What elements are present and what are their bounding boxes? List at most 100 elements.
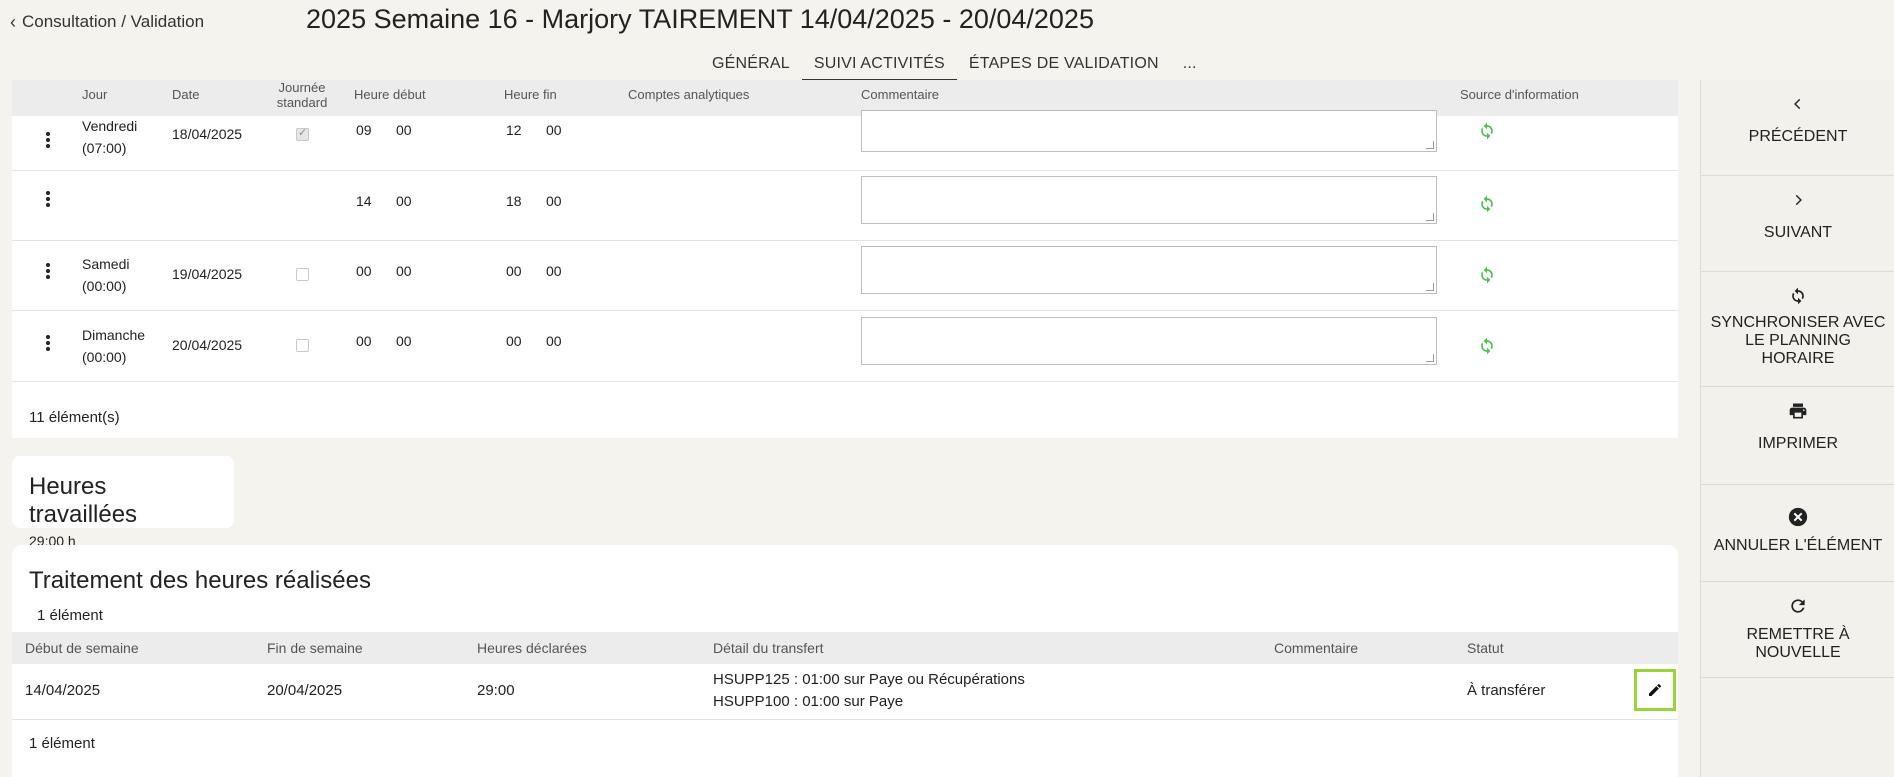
sync-icon[interactable] [1477,121,1497,141]
row-duree: (00:00) [82,349,127,365]
comment-textarea[interactable] [861,176,1437,224]
print-label: IMPRIMER [1758,435,1838,452]
treatment-title: Traitement des heures réalisées [29,567,371,594]
col-source: Source d'information [1460,87,1579,102]
row-fin-heure[interactable]: 18 [506,193,522,209]
print-button[interactable]: IMPRIMER [1701,387,1894,485]
row-date: 18/04/2025 [172,126,243,142]
journee-standard-checkbox[interactable] [296,268,309,281]
row-menu-icon[interactable] [45,191,51,207]
treatment-count: 1 élément [37,607,103,624]
col-statut: Statut [1467,640,1504,656]
row-debut-minute[interactable]: 00 [396,333,412,349]
next-button[interactable]: SUIVANT [1701,176,1894,272]
row-date: 19/04/2025 [172,266,243,282]
row-fin-heure[interactable]: 00 [506,263,522,279]
row-fin: 20/04/2025 [267,682,343,699]
col-heures-declarees: Heures déclarées [477,640,587,656]
row-jour: Samedi [82,256,130,272]
row-detail-2: HSUPP100 : 01:00 sur Paye [713,693,904,710]
row-duree: (00:00) [82,278,127,294]
pencil-icon [1649,683,1662,696]
cancel-circle-icon [1788,507,1808,527]
row-menu-icon[interactable] [45,335,51,351]
row-debut-minute[interactable]: 00 [396,263,412,279]
row-fin-minute[interactable]: 00 [546,122,562,138]
row-menu-icon[interactable] [45,132,51,148]
treatment-panel: Traitement des heures réalisées 1 élémen… [12,545,1678,777]
sync-planning-label: SYNCHRONISER AVEC LE PLANNING HORAIRE [1710,314,1886,367]
treatment-table-header: Début de semaine Fin de semaine Heures d… [12,632,1678,664]
row-debut-heure[interactable]: 09 [356,122,372,138]
row-menu-icon[interactable] [45,263,51,279]
tab-general[interactable]: GÉNÉRAL [700,52,802,81]
sync-icon[interactable] [1477,336,1497,356]
table-row: 14/04/2025 20/04/2025 29:00 HSUPP125 : 0… [12,664,1678,720]
treatment-footer-count: 1 élément [29,735,95,752]
sync-planning-button[interactable]: SYNCHRONISER AVEC LE PLANNING HORAIRE [1701,272,1894,387]
row-fin-minute[interactable]: 00 [546,193,562,209]
col-debut-semaine: Début de semaine [25,640,139,656]
chevron-right-icon [1795,194,1802,206]
cancel-element-button[interactable]: ANNULER L'ÉLÉMENT [1701,485,1894,582]
tab-more[interactable]: ... [1171,52,1209,81]
col-commentaire: Commentaire [1274,640,1359,656]
row-fin-minute[interactable]: 00 [546,333,562,349]
comment-textarea[interactable] [861,246,1437,294]
previous-label: PRÉCÉDENT [1748,128,1848,145]
row-fin-heure[interactable]: 12 [506,122,522,138]
row-debut-minute[interactable]: 00 [396,122,412,138]
row-statut: À transférer [1467,682,1546,699]
print-icon [1789,403,1807,419]
row-debut-heure[interactable]: 00 [356,263,372,279]
row-debut-heure[interactable]: 14 [356,193,372,209]
row-debut-minute[interactable]: 00 [396,193,412,209]
journee-standard-checkbox[interactable] [296,126,309,141]
reset-label: REMETTRE À NOUVELLE [1746,626,1850,661]
page-title: 2025 Semaine 16 - Marjory TAIREMENT 14/0… [306,4,1094,34]
journee-standard-checkbox[interactable] [296,339,309,352]
table-row: Vendredi (07:00) 18/04/2025 09 00 12 00 [12,110,1678,171]
row-jour: Dimanche [82,327,146,343]
col-commentaire: Commentaire [861,87,940,102]
col-detail-transfert: Détail du transfert [713,640,824,656]
row-fin-minute[interactable]: 00 [546,263,562,279]
col-heure-fin: Heure fin [504,87,557,102]
row-jour: Vendredi [82,118,138,134]
col-comptes: Comptes analytiques [628,87,750,102]
edit-button[interactable] [1634,669,1676,711]
row-fin-heure[interactable]: 00 [506,333,522,349]
top-bar: ‹ Consultation / Validation 2025 Semaine… [0,0,1894,81]
row-debut-heure[interactable]: 00 [356,333,372,349]
col-jour: Jour [82,87,108,102]
row-debut: 14/04/2025 [25,682,101,699]
tab-etapes-validation[interactable]: ÉTAPES DE VALIDATION [957,52,1171,81]
activities-count: 11 élément(s) [29,409,120,426]
action-sidebar: PRÉCÉDENT SUIVANT SYNCHRONISER AVEC LE P… [1700,80,1894,777]
table-row: Samedi (00:00) 19/04/2025 00 00 00 00 [12,241,1678,311]
row-detail-1: HSUPP125 : 01:00 sur Paye ou Récupératio… [713,671,1025,688]
previous-button[interactable]: PRÉCÉDENT [1701,80,1894,176]
comment-textarea[interactable] [861,110,1437,152]
cancel-element-label: ANNULER L'ÉLÉMENT [1713,537,1883,554]
sync-icon[interactable] [1477,265,1497,285]
next-label: SUIVANT [1763,224,1833,241]
activities-table: Jour Date Journée standard Heure début H… [12,80,1678,438]
sync-icon [1792,287,1804,305]
col-fin-semaine: Fin de semaine [267,640,363,656]
table-row: 14 00 18 00 [12,171,1678,241]
col-journee-standard: Journée standard [276,80,328,110]
hours-worked-title: Heures travaillées [29,473,138,528]
row-duree: (07:00) [82,140,127,156]
table-row: Dimanche (00:00) 20/04/2025 00 00 00 00 [12,311,1678,382]
row-heures: 29:00 [477,682,515,699]
sync-icon[interactable] [1477,194,1497,214]
hours-worked-card: Heures travaillées 29:00 h [12,456,234,549]
comment-textarea[interactable] [861,317,1437,365]
reset-button[interactable]: REMETTRE À NOUVELLE [1701,582,1894,678]
refresh-icon [1791,599,1805,613]
col-heure-debut: Heure début [354,87,426,102]
tab-suivi-activites[interactable]: SUIVI ACTIVITÉS [801,52,957,81]
row-date: 20/04/2025 [172,337,243,353]
tab-bar: GÉNÉRAL SUIVI ACTIVITÉS ÉTAPES DE VALIDA… [700,52,1209,81]
